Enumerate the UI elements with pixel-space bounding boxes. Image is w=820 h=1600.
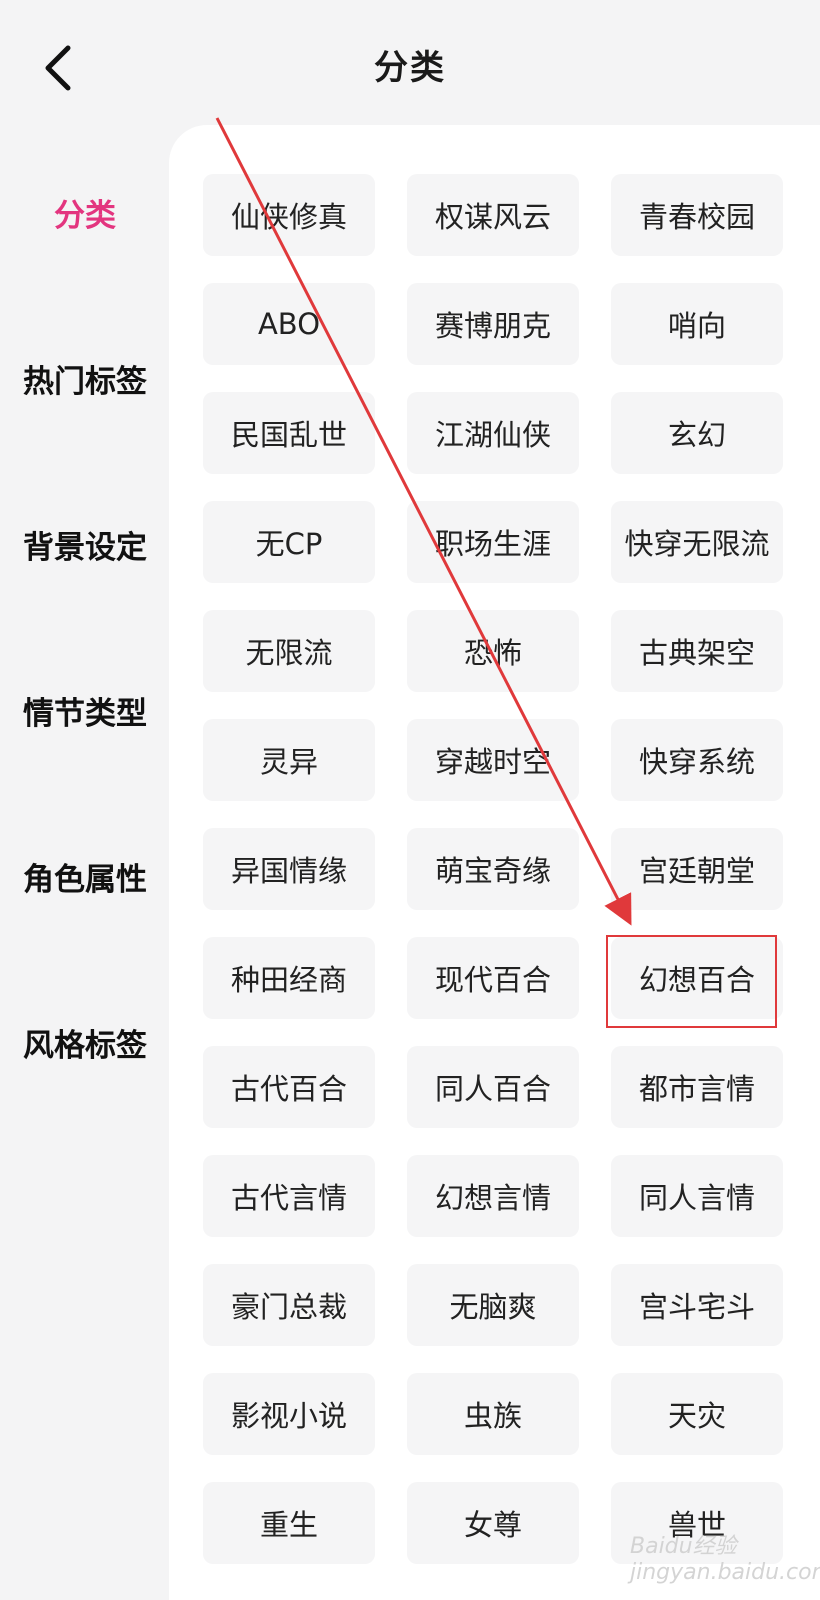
- sidebar-item-category[interactable]: 分类: [0, 190, 170, 235]
- tag-item[interactable]: 古典架空: [611, 610, 783, 692]
- tag-item[interactable]: 灵异: [203, 719, 375, 801]
- tag-item[interactable]: 仙侠修真: [203, 174, 375, 256]
- tag-item[interactable]: 江湖仙侠: [407, 392, 579, 474]
- tag-item[interactable]: 赛博朋克: [407, 283, 579, 365]
- tag-item[interactable]: 豪门总裁: [203, 1264, 375, 1346]
- tag-item[interactable]: 宫廷朝堂: [611, 828, 783, 910]
- tag-item[interactable]: 幻想言情: [407, 1155, 579, 1237]
- tag-item[interactable]: 民国乱世: [203, 392, 375, 474]
- tag-item[interactable]: 玄幻: [611, 392, 783, 474]
- tag-item[interactable]: 无CP: [203, 501, 375, 583]
- tag-item[interactable]: 无脑爽: [407, 1264, 579, 1346]
- tag-item[interactable]: 重生: [203, 1482, 375, 1564]
- tag-item[interactable]: 影视小说: [203, 1373, 375, 1455]
- tag-item[interactable]: 快穿系统: [611, 719, 783, 801]
- sidebar-item-background[interactable]: 背景设定: [0, 522, 170, 567]
- tag-grid-panel: 仙侠修真 权谋风云 青春校园 ABO 赛博朋克 哨向 民国乱世 江湖仙侠 玄幻 无CP 职场生涯 快穿…: [169, 125, 820, 1600]
- tag-item[interactable]: 穿越时空: [407, 719, 579, 801]
- tag-item[interactable]: 权谋风云: [407, 174, 579, 256]
- tag-item[interactable]: 哨向: [611, 283, 783, 365]
- tag-item[interactable]: 都市言情: [611, 1046, 783, 1128]
- tag-item[interactable]: 宫斗宅斗: [611, 1264, 783, 1346]
- tag-item[interactable]: 恐怖: [407, 610, 579, 692]
- tag-item[interactable]: 快穿无限流: [611, 501, 783, 583]
- tag-item[interactable]: 幻想百合: [611, 937, 783, 1019]
- sidebar-item-style-tags[interactable]: 风格标签: [0, 1020, 170, 1065]
- tag-item[interactable]: 女尊: [407, 1482, 579, 1564]
- tag-item[interactable]: 青春校园: [611, 174, 783, 256]
- category-sidebar: 分类 热门标签 背景设定 情节类型 角色属性 风格标签: [0, 125, 170, 1600]
- tag-item[interactable]: 无限流: [203, 610, 375, 692]
- sidebar-item-character[interactable]: 角色属性: [0, 854, 170, 899]
- tag-item[interactable]: 虫族: [407, 1373, 579, 1455]
- tag-item[interactable]: 异国情缘: [203, 828, 375, 910]
- tag-item[interactable]: 天灾: [611, 1373, 783, 1455]
- tag-item[interactable]: 同人百合: [407, 1046, 579, 1128]
- tag-item[interactable]: 古代言情: [203, 1155, 375, 1237]
- tag-item[interactable]: ABO: [203, 283, 375, 365]
- sidebar-item-hot-tags[interactable]: 热门标签: [0, 356, 170, 401]
- tag-item[interactable]: 古代百合: [203, 1046, 375, 1128]
- tag-item[interactable]: 职场生涯: [407, 501, 579, 583]
- watermark: Baidu经验 jingyan.baidu.com: [630, 1534, 820, 1585]
- tag-item[interactable]: 现代百合: [407, 937, 579, 1019]
- tag-item[interactable]: 同人言情: [611, 1155, 783, 1237]
- tag-item[interactable]: 萌宝奇缘: [407, 828, 579, 910]
- header-bar: 分类: [0, 0, 820, 130]
- page-title: 分类: [374, 48, 446, 88]
- sidebar-item-plot-type[interactable]: 情节类型: [0, 688, 170, 733]
- tag-item[interactable]: 种田经商: [203, 937, 375, 1019]
